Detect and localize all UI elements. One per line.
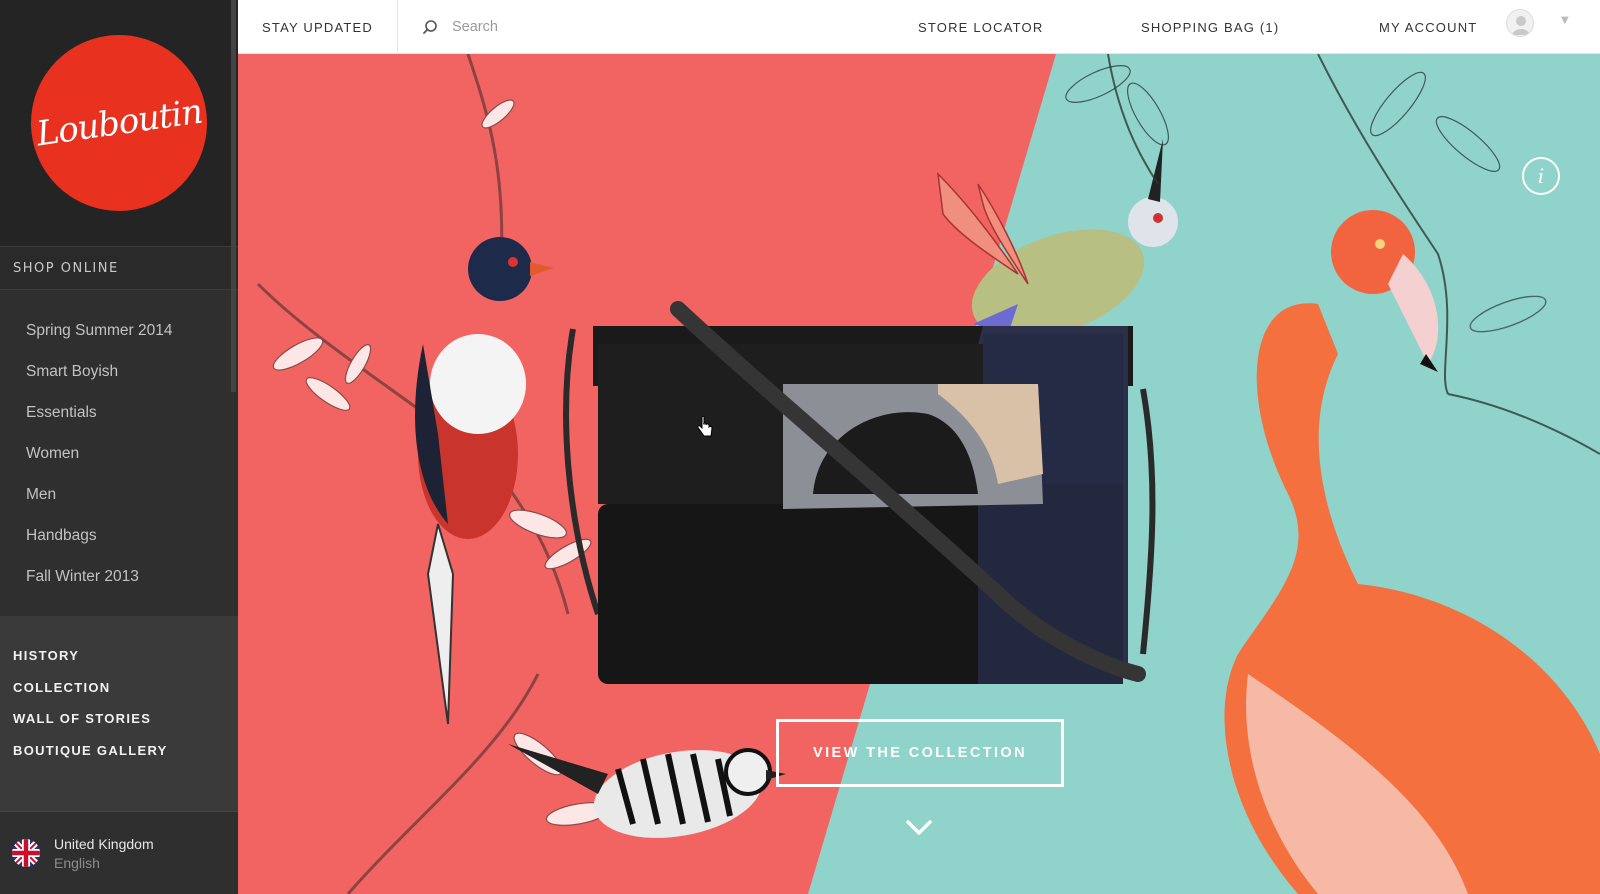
search-input[interactable] xyxy=(452,19,752,35)
hand-cursor-icon xyxy=(697,416,713,437)
shop-online-label: SHOP ONLINE xyxy=(13,260,119,276)
top-bar: STAY UPDATED STORE LOCATOR SHOPPING BAG … xyxy=(238,0,1600,54)
store-locator-link[interactable]: STORE LOCATOR xyxy=(918,0,1043,54)
shop-online-header[interactable]: SHOP ONLINE xyxy=(0,246,238,290)
chevron-down-icon[interactable]: ▼ xyxy=(1561,15,1569,26)
nav-wall-of-stories[interactable]: WALL OF STORIES xyxy=(0,703,238,735)
sidebar-item-spring-summer-2014[interactable]: Spring Summer 2014 xyxy=(0,310,238,351)
handbag-illustration xyxy=(563,301,1156,684)
locale-selector[interactable]: United Kingdom English xyxy=(0,811,238,894)
sidebar-item-fall-winter-2013[interactable]: Fall Winter 2013 xyxy=(0,556,238,597)
nav-history[interactable]: HISTORY xyxy=(0,640,238,672)
sidebar: Louboutin SHOP ONLINE Spring Summer 2014… xyxy=(0,0,238,894)
shop-category-list: Spring Summer 2014 Smart Boyish Essentia… xyxy=(0,290,238,616)
brand-nav: HISTORY COLLECTION WALL OF STORIES BOUTI… xyxy=(0,616,238,811)
logo-script: Louboutin xyxy=(33,91,205,155)
sidebar-item-women[interactable]: Women xyxy=(0,433,238,474)
nav-collection[interactable]: COLLECTION xyxy=(0,672,238,704)
info-icon[interactable]: i xyxy=(1522,157,1560,195)
view-collection-button[interactable]: VIEW THE COLLECTION xyxy=(776,719,1064,787)
sidebar-item-handbags[interactable]: Handbags xyxy=(0,515,238,556)
my-account-link[interactable]: MY ACCOUNT xyxy=(1379,0,1477,54)
user-avatar-icon[interactable] xyxy=(1506,9,1534,37)
logo-area: Louboutin xyxy=(0,0,238,246)
shopping-bag-link[interactable]: SHOPPING BAG (1) xyxy=(1141,0,1279,54)
locale-language: English xyxy=(54,854,100,871)
search-box xyxy=(422,0,752,54)
uk-flag-icon xyxy=(12,839,40,867)
search-icon xyxy=(423,20,437,34)
sidebar-item-smart-boyish[interactable]: Smart Boyish xyxy=(0,351,238,392)
locale-country: United Kingdom xyxy=(54,835,154,852)
stay-updated-button[interactable]: STAY UPDATED xyxy=(238,0,398,54)
sidebar-item-men[interactable]: Men xyxy=(0,474,238,515)
sidebar-scrollbar[interactable] xyxy=(231,0,236,392)
chevron-down-icon[interactable] xyxy=(902,814,936,840)
nav-boutique-gallery[interactable]: BOUTIQUE GALLERY xyxy=(0,735,238,767)
sidebar-item-essentials[interactable]: Essentials xyxy=(0,392,238,433)
hero-banner: i VIEW THE COLLECTION xyxy=(238,54,1600,894)
brand-logo[interactable]: Louboutin xyxy=(31,35,207,211)
